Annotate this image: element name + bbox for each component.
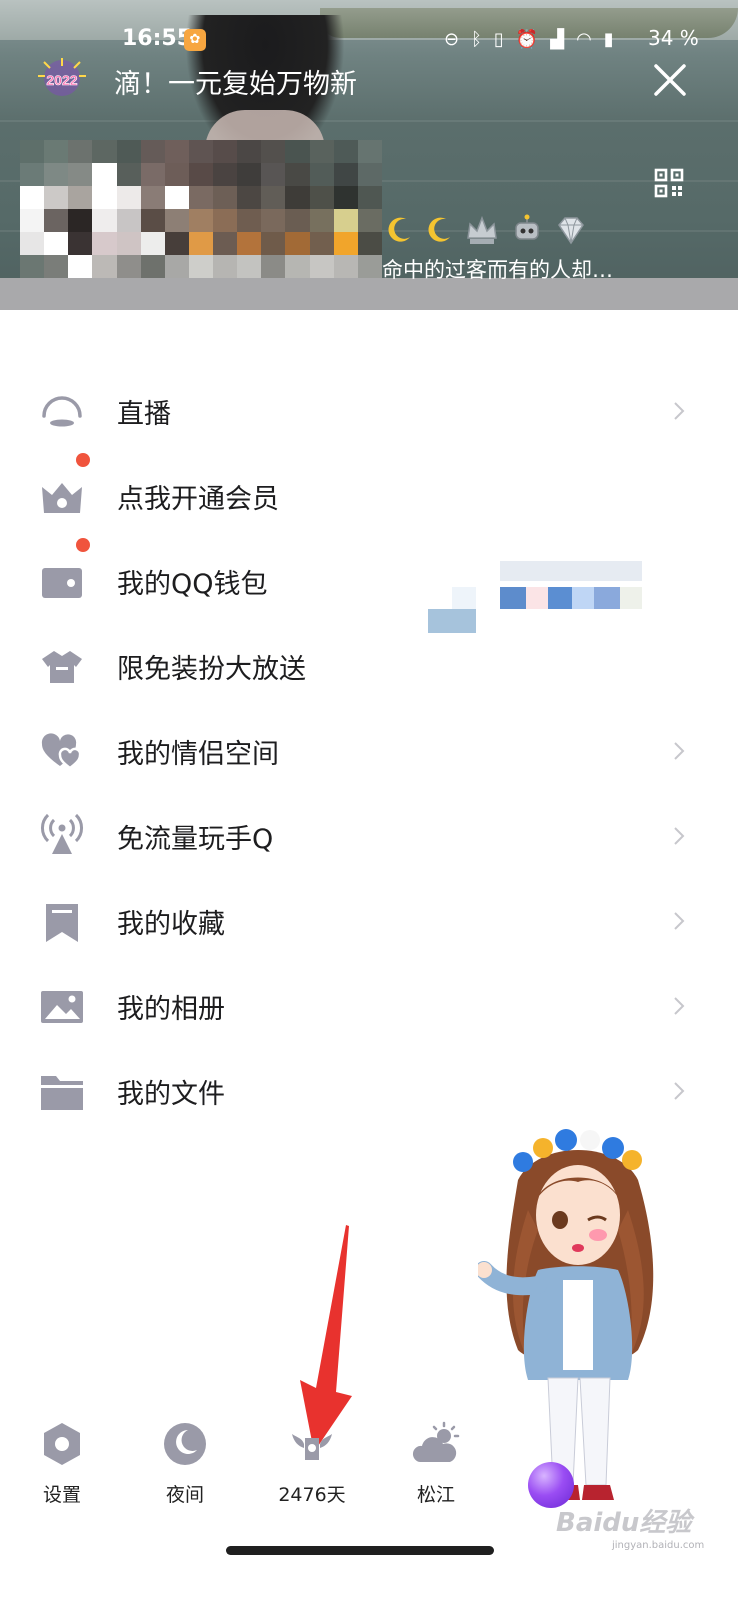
level-medals[interactable] (384, 212, 588, 248)
chevron-right-icon (674, 1082, 685, 1100)
bluetooth-icon: ᛒ (471, 29, 482, 50)
menu-item-vip[interactable]: 点我开通会员 (0, 453, 738, 633)
settings-hexagon-icon (44, 1423, 80, 1465)
home-indicator[interactable] (226, 1546, 494, 1555)
vibrate-icon: ▯ (493, 29, 504, 50)
vip-icon (42, 483, 82, 513)
tab-label: 设置 (42, 1484, 81, 1506)
robot-icon (515, 214, 539, 240)
alarm-icon: ⏰ (515, 29, 539, 50)
chevron-right-icon (674, 742, 685, 760)
tab-label: 松江 (416, 1484, 455, 1506)
active-days-button[interactable]: 2476天 (267, 1420, 357, 1507)
menu-item-label: 限免装扮大放送 (117, 654, 306, 685)
status-icons: ⊖ ᛒ ▯ ⏰ ▟ ◠ ▮ (444, 28, 614, 52)
battery-percent: 34 % (648, 26, 699, 50)
menu-item-label: 我的收藏 (117, 909, 225, 940)
promo-banner-text[interactable]: 滴！一元复始万物新 (114, 62, 357, 101)
battery-icon: ▮ (603, 29, 614, 50)
weather-cloud-sun-icon (412, 1421, 460, 1462)
menu-item-label: 我的文件 (117, 1079, 225, 1110)
app-notification-icon: ✿ (184, 29, 206, 51)
hd-signal-icon: ▟ (550, 29, 565, 50)
menu-item-outfit[interactable]: 限免装扮大放送 (0, 625, 738, 710)
image-icon (41, 991, 83, 1023)
menu-item-label: 免流量玩手Q (117, 824, 274, 855)
watermark: Baidu经验 (556, 1508, 692, 1538)
diamond-icon (558, 217, 584, 245)
chevron-right-icon (674, 402, 685, 420)
tshirt-icon (42, 651, 82, 683)
water-reflection (0, 120, 738, 122)
drawer-menu: 直播 点我开通会员 我的QQ钱包 限免装扮大放送 我的情侣空间 免流量玩手Q 我… (0, 370, 738, 1135)
menu-item-live[interactable]: 直播 (0, 370, 738, 455)
chevron-right-icon (674, 997, 685, 1015)
winged-badge-icon (292, 1434, 332, 1460)
menu-item-label: 我的QQ钱包 (117, 569, 268, 600)
qr-code-icon[interactable] (654, 168, 684, 198)
night-mode-button[interactable]: 夜间 (140, 1420, 230, 1507)
menu-item-wallet[interactable]: 我的QQ钱包 (0, 538, 738, 625)
personal-signature[interactable]: 命中的过客而有的人却… (382, 254, 613, 284)
status-time: 16:55 (122, 26, 193, 51)
menu-item-label: 我的相册 (117, 994, 225, 1025)
status-bar: 16:55 ✿ ⊖ ᛒ ▯ ⏰ ▟ ◠ ▮ 34 % (0, 26, 738, 56)
bookmark-icon (46, 904, 78, 942)
moon-icon (164, 1423, 206, 1465)
badge-text: 2022 (46, 72, 77, 88)
menu-item-favorites[interactable]: 我的收藏 (0, 880, 738, 965)
tab-label: 夜间 (165, 1484, 204, 1506)
profile-header[interactable]: 16:55 ✿ ⊖ ᛒ ▯ ⏰ ▟ ◠ ▮ 34 % 2022 滴！一元复始万物… (0, 0, 738, 310)
weather-button[interactable]: 松江 (391, 1420, 481, 1507)
menu-item-free-data[interactable]: 免流量玩手Q (0, 795, 738, 880)
hearts-icon (41, 733, 82, 770)
notification-dot (76, 538, 90, 552)
live-icon (42, 396, 82, 427)
moon-icon (388, 217, 410, 242)
folder-icon (41, 1076, 83, 1110)
chevron-right-icon (674, 912, 685, 930)
menu-item-label: 点我开通会员 (117, 484, 279, 515)
moon-icon (428, 217, 450, 242)
chevron-right-icon (674, 827, 685, 845)
crown-icon (467, 215, 497, 244)
wifi-icon: ◠ (576, 29, 592, 50)
menu-item-couple-space[interactable]: 我的情侣空间 (0, 710, 738, 795)
menu-item-label: 直播 (117, 399, 171, 430)
watermark-url: jingyan.baidu.com (612, 1540, 705, 1551)
header-bottom-strip (0, 278, 738, 310)
antenna-icon (41, 813, 83, 854)
menu-item-album[interactable]: 我的相册 (0, 965, 738, 1050)
notification-dot (76, 453, 90, 467)
year-2022-badge-icon[interactable]: 2022 (36, 58, 88, 98)
settings-button[interactable]: 设置 (17, 1420, 107, 1507)
close-icon[interactable] (650, 60, 690, 100)
menu-item-label: 我的情侣空间 (117, 739, 279, 770)
pixelated-profile-info (20, 140, 382, 278)
minus-circle-icon: ⊖ (444, 29, 460, 50)
wallet-icon (42, 568, 82, 598)
tab-label: 2476天 (278, 1484, 346, 1506)
